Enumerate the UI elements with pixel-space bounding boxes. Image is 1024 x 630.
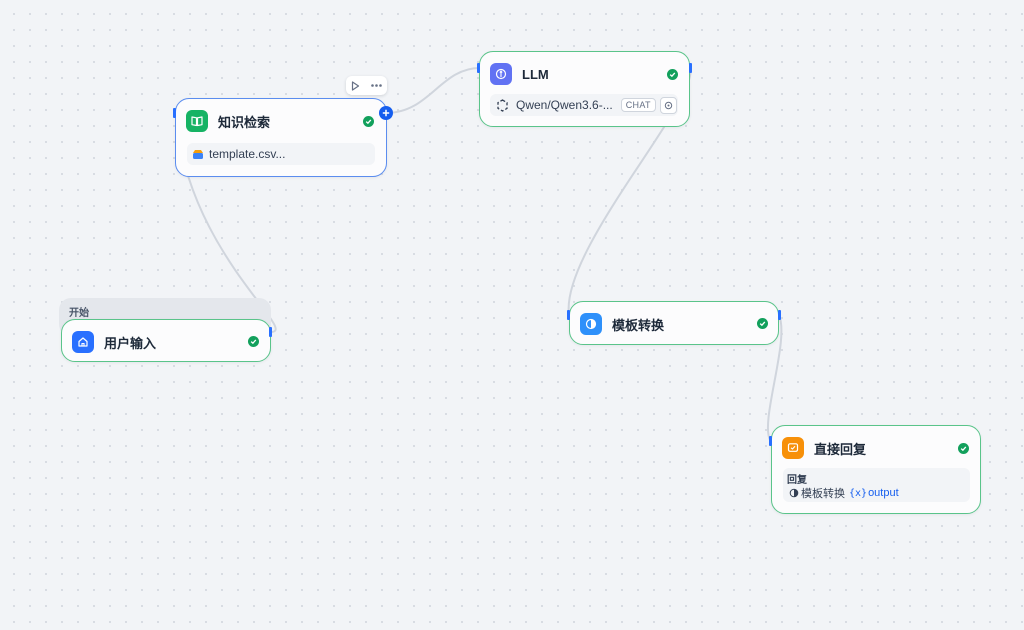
llm-icon bbox=[490, 63, 512, 85]
input-handle[interactable] bbox=[567, 310, 570, 320]
input-handle[interactable] bbox=[173, 108, 176, 118]
node-title: 模板转换 bbox=[612, 317, 665, 333]
model-name: Qwen/Qwen3.6-... bbox=[516, 98, 613, 112]
dataset-item[interactable]: template.csv... bbox=[187, 143, 375, 165]
template-transform-node[interactable]: 模板转换 bbox=[569, 301, 779, 345]
model-selector[interactable]: Qwen/Qwen3.6-... CHAT bbox=[490, 94, 678, 116]
play-icon[interactable] bbox=[351, 80, 360, 91]
direct-reply-node[interactable]: 直接回复 回复 模板转换 {x} output bbox=[771, 425, 981, 514]
input-handle[interactable] bbox=[477, 63, 480, 73]
llm-node[interactable]: LLM Qwen/Qwen3.6-... CHAT bbox=[479, 51, 690, 127]
success-check-icon bbox=[667, 69, 678, 80]
model-settings-icon[interactable] bbox=[659, 96, 677, 114]
node-title: 用户输入 bbox=[104, 335, 157, 351]
success-check-icon bbox=[757, 318, 768, 329]
more-icon[interactable] bbox=[370, 84, 382, 87]
output-handle[interactable] bbox=[269, 327, 272, 337]
home-icon bbox=[72, 331, 94, 353]
reply-field[interactable]: 回复 模板转换 {x} output bbox=[783, 468, 970, 502]
edge-knowledge-to-llm[interactable] bbox=[385, 67, 481, 114]
variable-icon: {x} bbox=[849, 487, 868, 499]
reply-icon bbox=[782, 437, 804, 459]
success-check-icon bbox=[248, 336, 259, 347]
input-handle[interactable] bbox=[769, 436, 772, 446]
user-input-node[interactable]: 用户输入 bbox=[61, 319, 271, 362]
node-toolbar bbox=[346, 76, 387, 95]
node-title: 直接回复 bbox=[814, 441, 867, 457]
template-icon bbox=[580, 313, 602, 335]
add-node-plus-icon[interactable] bbox=[379, 106, 393, 120]
output-handle[interactable] bbox=[689, 63, 692, 73]
variable-pill: {x} output bbox=[849, 487, 899, 499]
knowledge-retrieval-node[interactable]: 知识检索 template.csv... bbox=[175, 98, 387, 177]
model-provider-icon bbox=[496, 98, 509, 112]
success-check-icon bbox=[363, 116, 374, 127]
success-check-icon bbox=[958, 443, 969, 454]
dataset-file-icon bbox=[192, 148, 204, 160]
variable-name: output bbox=[868, 487, 899, 499]
output-handle[interactable] bbox=[778, 310, 781, 320]
chat-mode-tag: CHAT bbox=[620, 98, 656, 112]
start-group-label: 开始 bbox=[69, 308, 89, 319]
variable-reference: 模板转换 {x} output bbox=[789, 485, 899, 501]
variable-source-node: 模板转换 bbox=[801, 488, 845, 500]
book-icon bbox=[186, 110, 208, 132]
node-title: LLM bbox=[522, 66, 549, 82]
dataset-name: template.csv... bbox=[209, 147, 286, 161]
template-source-icon bbox=[789, 488, 799, 498]
reply-field-label: 回复 bbox=[787, 475, 807, 486]
node-title: 知识检索 bbox=[218, 114, 271, 130]
